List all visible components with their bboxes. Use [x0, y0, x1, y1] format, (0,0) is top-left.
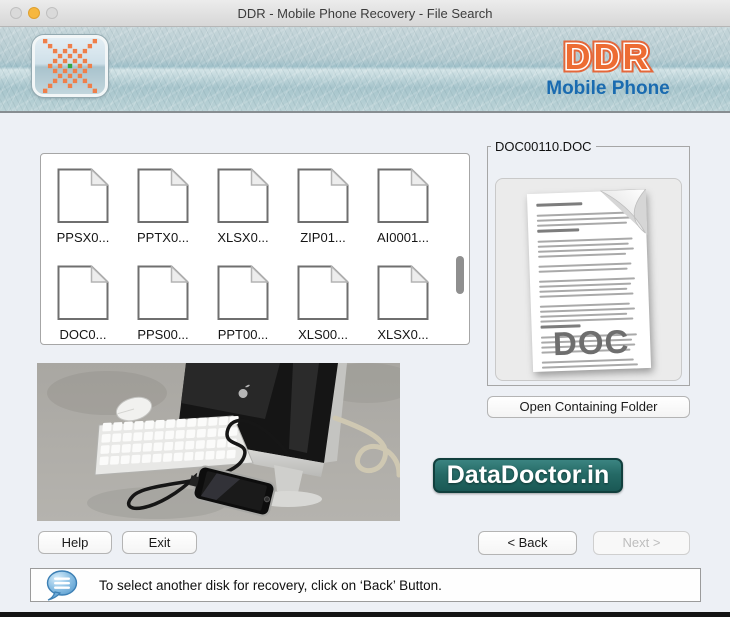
document-page-image: DOC [526, 188, 652, 373]
close-button[interactable] [10, 7, 22, 19]
exit-button[interactable]: Exit [122, 531, 197, 554]
minimize-button[interactable] [28, 7, 40, 19]
header-banner: DDR DDR DDR Mobile Phone [0, 27, 730, 113]
file-name: DOC0... [59, 327, 107, 342]
zoom-button[interactable] [46, 7, 58, 19]
preview-filename: DOC00110.DOC [495, 139, 592, 154]
blank-document-icon [217, 168, 269, 223]
doc-watermark: DOC [552, 322, 630, 363]
titlebar: DDR - Mobile Phone Recovery - File Searc… [0, 0, 730, 27]
blank-document-icon [57, 265, 109, 320]
status-message: To select another disk for recovery, cli… [99, 577, 442, 593]
datadoctor-badge[interactable]: DataDoctor.in [433, 458, 623, 493]
file-name: AI0001... [376, 230, 430, 245]
blank-document-icon [217, 265, 269, 320]
file-item[interactable]: XLS00... [283, 265, 363, 355]
imac-phone-photo [37, 363, 400, 521]
file-name: XLSX0... [217, 230, 269, 245]
file-item[interactable]: XLSX0... [203, 168, 283, 258]
speech-bubble-icon [46, 569, 78, 601]
file-name: PPSX0... [56, 230, 110, 245]
back-button[interactable]: < Back [478, 531, 577, 555]
blank-document-icon [297, 265, 349, 320]
brand-subtitle: Mobile Phone [546, 78, 670, 99]
status-bar: To select another disk for recovery, cli… [30, 568, 701, 602]
file-row: DOC0... PPS00... PPT00... XLS00... XLSX0… [43, 265, 451, 355]
file-item[interactable]: PPS00... [123, 265, 203, 355]
imac-phone-illustration [37, 363, 400, 521]
scrollbar-thumb[interactable] [456, 256, 464, 294]
window-title: DDR - Mobile Phone Recovery - File Searc… [237, 5, 493, 21]
blank-document-icon [137, 168, 189, 223]
checkered-star-logo [42, 38, 98, 94]
file-item[interactable]: ZIP01... [283, 168, 363, 258]
file-item[interactable]: DOC0... [43, 265, 123, 355]
file-item[interactable]: PPT00... [203, 265, 283, 355]
file-item[interactable]: XLSX0... [363, 265, 443, 355]
recovered-files-list[interactable]: PPSX0... PPTX0... XLSX0... ZIP01... AI00… [40, 153, 470, 345]
app-window: DDR - Mobile Phone Recovery - File Searc… [0, 0, 730, 617]
window-bottom-edge [0, 612, 730, 617]
page-curl-icon [599, 188, 648, 235]
file-name: XLSX0... [377, 327, 429, 342]
app-logo [32, 35, 108, 97]
file-name: PPS00... [137, 327, 189, 342]
file-item[interactable]: AI0001... [363, 168, 443, 258]
open-containing-folder-button[interactable]: Open Containing Folder [487, 396, 690, 418]
blank-document-icon [377, 265, 429, 320]
next-button[interactable]: Next > [593, 531, 690, 555]
blank-document-icon [57, 168, 109, 223]
file-name: ZIP01... [300, 230, 346, 245]
file-item[interactable]: PPSX0... [43, 168, 123, 258]
file-name: XLS00... [298, 327, 348, 342]
file-row: PPSX0... PPTX0... XLSX0... ZIP01... AI00… [43, 168, 451, 258]
blank-document-icon [297, 168, 349, 223]
blank-document-icon [377, 168, 429, 223]
file-name: PPT00... [217, 327, 269, 342]
file-name: PPTX0... [136, 230, 190, 245]
preview-group: DOC00110.DOC DOC [487, 139, 690, 386]
blank-document-icon [137, 265, 189, 320]
brand-title: DDR DDR DDR [561, 33, 652, 80]
document-preview: DOC [495, 178, 682, 381]
file-item[interactable]: PPTX0... [123, 168, 203, 258]
help-button[interactable]: Help [38, 531, 112, 554]
traffic-lights [10, 7, 58, 19]
